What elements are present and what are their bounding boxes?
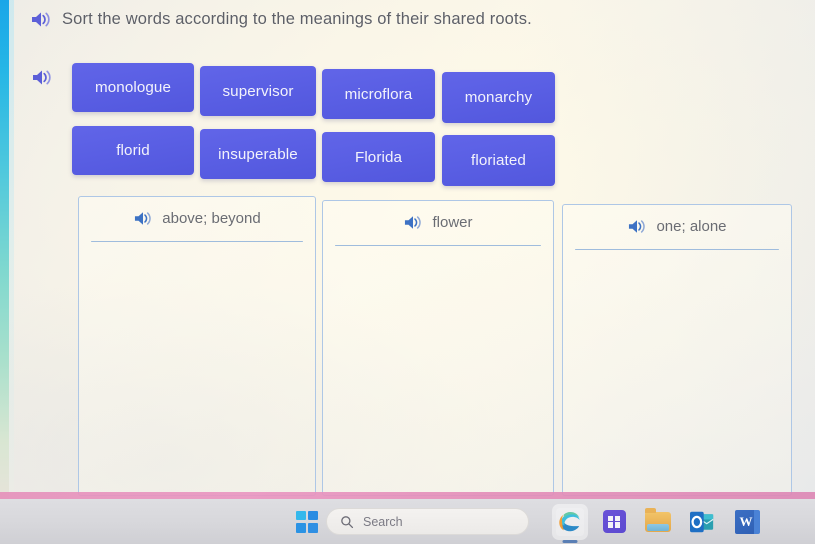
windows-logo-pane [308,522,318,533]
drop-zone-flower[interactable]: flower [322,200,554,496]
drop-zone-label: flower [432,214,473,231]
drop-zone-label: above; beyond [162,210,261,227]
screenshot-root: Sort the words according to the meanings… [0,0,815,544]
drop-zone-rule [91,241,303,243]
word-tile[interactable]: insuperable [200,129,316,179]
word-tile-row-1: monologue supervisor microflora monarchy [72,63,555,123]
word-tile[interactable]: floriated [442,135,555,186]
taskbar-center-group: Search [296,499,529,544]
start-button[interactable] [296,510,318,533]
search-input[interactable]: Search [326,508,529,535]
lesson-content-area: Sort the words according to the meanings… [0,0,815,500]
speaker-icon[interactable] [133,210,153,227]
word-tile[interactable]: monarchy [442,72,555,123]
word-tile[interactable]: monologue [72,63,194,112]
windows-logo-pane [296,510,306,521]
store-icon[interactable] [600,508,628,536]
word-tile[interactable]: Florida [322,132,435,182]
windows-logo-pane [308,510,318,521]
windows-taskbar: Search W [0,499,815,544]
windows-logo-pane [296,522,306,533]
drop-zone-one-alone[interactable]: one; alone [562,204,792,496]
drop-zone-header: above; beyond [79,197,315,227]
drop-zone-above-beyond[interactable]: above; beyond [78,196,316,496]
taskbar-app-icons: W [556,499,760,544]
word-tile-row-2: florid insuperable Florida floriated [72,126,555,186]
word-tile[interactable]: supervisor [200,66,316,116]
speaker-icon[interactable] [403,214,423,231]
search-placeholder: Search [363,514,403,529]
outlook-icon[interactable] [688,508,716,536]
prompt-text: Sort the words according to the meanings… [62,10,532,28]
drop-zone-rule [335,245,541,247]
speaker-icon[interactable] [627,218,647,235]
speaker-icon[interactable] [31,68,53,92]
prompt-row: Sort the words according to the meanings… [30,10,532,29]
drop-zone-header: one; alone [563,205,791,235]
word-icon[interactable]: W [732,508,760,536]
screen-bottom-divider [0,492,815,499]
drop-zone-label: one; alone [656,218,727,235]
drop-zone-rule [575,249,779,251]
folder-glyph [645,507,671,532]
store-glyph [602,510,626,533]
monitor-left-bezel-strip [0,0,9,500]
search-icon [340,515,354,529]
store-panes [608,515,620,528]
speaker-icon[interactable] [30,10,52,29]
word-glyph: W [735,509,760,534]
monitor-left-bezel-glow [9,0,14,500]
edge-icon[interactable] [556,507,584,536]
word-tile[interactable]: florid [72,126,194,175]
folder-icon[interactable] [644,507,672,536]
word-tile[interactable]: microflora [322,69,435,119]
drop-zone-header: flower [323,201,553,231]
